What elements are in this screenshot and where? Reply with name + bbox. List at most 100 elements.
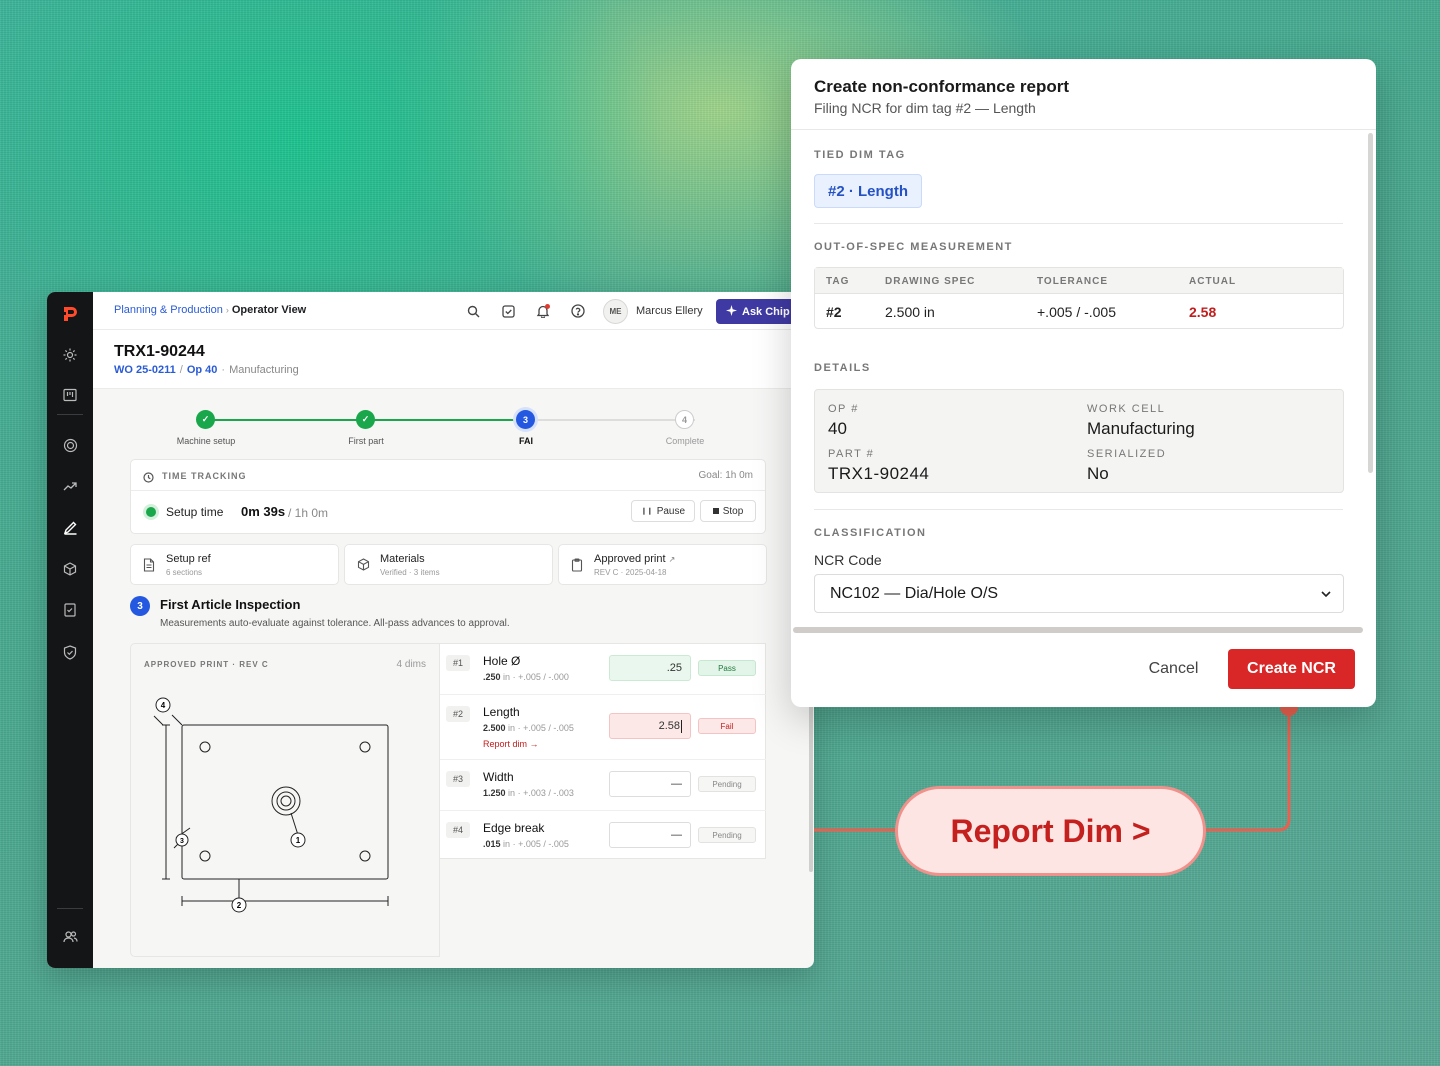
- breadcrumb: Planning & Production › Operator View: [114, 304, 306, 316]
- dim-tolerance: · +.005 / -.000: [512, 672, 569, 682]
- dim-measurement-input[interactable]: .25: [609, 655, 691, 681]
- dim-measurement-input[interactable]: —: [609, 771, 691, 797]
- stop-button[interactable]: Stop: [700, 500, 756, 522]
- pause-button[interactable]: ❙❙ Pause: [631, 500, 695, 522]
- tied-dim-chip[interactable]: #2 · Length: [814, 174, 923, 208]
- main-content: ✓ ✓ 3 4 Machine setup First part FAI Com…: [93, 389, 814, 968]
- dim-tag: #2: [446, 706, 470, 722]
- dim-name: Length: [483, 705, 520, 719]
- cube-icon[interactable]: [61, 560, 79, 578]
- details-box: OP # 40 WORK CELL Manufacturing PART # T…: [814, 389, 1344, 493]
- checklist-icon[interactable]: [61, 601, 79, 619]
- dim-unit: in: [503, 839, 511, 849]
- shield-icon[interactable]: [61, 643, 79, 661]
- time-tracking-label: TIME TRACKING: [162, 471, 247, 481]
- dim-row-3[interactable]: #3 Width 1.250 in · +.003 / -.003 — Pend…: [440, 760, 766, 811]
- detail-work-cell-value: Manufacturing: [1087, 419, 1195, 438]
- pen-icon[interactable]: [61, 518, 79, 536]
- report-dim-link[interactable]: Report dim →: [483, 739, 539, 749]
- materials-sub: Verified · 3 items: [380, 568, 440, 577]
- stop-label: Stop: [722, 505, 744, 517]
- modal-vertical-scrollbar[interactable]: [1368, 133, 1373, 473]
- cell-tag: #2: [826, 304, 842, 320]
- dim-tag: #1: [446, 655, 470, 671]
- stop-icon: [712, 508, 719, 514]
- work-area: Manufacturing: [229, 364, 299, 376]
- tied-dim-tag-label: TIED DIM TAG: [814, 149, 906, 161]
- col-actual: ACTUAL: [1189, 276, 1237, 287]
- approved-print-label: Approved print: [594, 553, 666, 565]
- dim-tolerance: · +.005 / -.005: [512, 839, 569, 849]
- dim-name: Edge break: [483, 821, 545, 835]
- step-1-check-icon[interactable]: ✓: [196, 410, 215, 429]
- tasks-icon[interactable]: [500, 303, 516, 319]
- pause-icon: ❙❙: [640, 508, 653, 515]
- top-bar: Planning & Production › Operator View ME M…: [93, 292, 814, 330]
- rail-divider-bottom: [57, 908, 83, 909]
- work-order-link[interactable]: WO 25-0211: [114, 364, 176, 376]
- step-4-dot[interactable]: 4: [675, 410, 694, 429]
- dim-status-badge: Pending: [698, 776, 756, 792]
- dim-nominal: .015: [483, 839, 501, 849]
- dim-nominal: .250: [483, 672, 501, 682]
- dim-row-1[interactable]: #1 Hole Ø .250 in · +.005 / -.000 .25 Pa…: [440, 644, 766, 695]
- col-tag: TAG: [826, 276, 850, 287]
- dim-measurement-input[interactable]: —: [609, 822, 691, 848]
- callout-1: 1: [296, 836, 301, 845]
- clipboard-icon: [571, 558, 585, 572]
- section-divider: [814, 509, 1343, 510]
- trend-icon[interactable]: [61, 477, 79, 495]
- chevron-down-icon: [1319, 587, 1333, 601]
- ncr-code-select[interactable]: NC102 — Dia/Hole O/S: [814, 574, 1344, 613]
- dim-row-4[interactable]: #4 Edge break .015 in · +.005 / -.005 — …: [440, 811, 766, 862]
- help-icon[interactable]: [570, 303, 586, 319]
- dim-status-badge: Fail: [698, 718, 756, 734]
- callout-2: 2: [237, 901, 242, 910]
- users-icon[interactable]: [61, 928, 79, 946]
- col-drawing-spec: DRAWING SPEC: [885, 276, 976, 287]
- approved-print-card[interactable]: Approved print ↗ REV C · 2025-04-18: [558, 544, 767, 585]
- modal-title: Create non-conformance report: [814, 77, 1070, 96]
- step-label-fai: FAI: [518, 436, 533, 446]
- dim-tolerance: · +.005 / -.005: [517, 723, 574, 733]
- dim-spec: .250 in · +.005 / -.000: [483, 672, 569, 682]
- step-2-check-icon[interactable]: ✓: [356, 410, 375, 429]
- create-ncr-button[interactable]: Create NCR: [1228, 649, 1355, 689]
- board-icon[interactable]: [61, 386, 79, 404]
- avatar[interactable]: ME: [603, 299, 628, 324]
- setup-time-value: 0m 39s: [241, 504, 286, 519]
- cell-actual: 2.58: [1189, 304, 1217, 320]
- setup-ref-card[interactable]: Setup ref 6 sections: [130, 544, 339, 585]
- work-order-header: TRX1-90244 WO 25-0211/ Op 40 · Manufacturin…: [93, 330, 814, 389]
- detail-op-value: 40: [828, 419, 847, 438]
- fai-step-badge: 3: [130, 596, 150, 616]
- step-3-dot[interactable]: 3: [516, 410, 535, 429]
- pause-label: Pause: [656, 505, 686, 517]
- dim-unit: in: [508, 723, 516, 733]
- target-icon[interactable]: [61, 436, 79, 454]
- operation-link[interactable]: Op 40: [187, 364, 218, 376]
- sparkle-icon: [726, 304, 737, 319]
- callout-4: 4: [161, 701, 166, 710]
- document-icon: [143, 558, 157, 572]
- cancel-button[interactable]: Cancel: [1131, 649, 1216, 689]
- modal-horizontal-scrollbar[interactable]: [793, 627, 1363, 633]
- print-dim-count: 4 dims: [396, 659, 426, 670]
- user-name[interactable]: Marcus Ellery: [636, 305, 703, 317]
- oos-measurement-label: OUT-OF-SPEC MEASUREMENT: [814, 241, 1013, 253]
- sun-icon[interactable]: [61, 346, 79, 364]
- dim-row-2[interactable]: #2 Length 2.500 in · +.005 / -.005 Repor…: [440, 695, 766, 760]
- dim-tag: #3: [446, 771, 470, 787]
- breadcrumb-parent[interactable]: Planning & Production: [114, 304, 223, 316]
- bell-icon[interactable]: [535, 303, 551, 319]
- search-icon[interactable]: [465, 303, 481, 319]
- materials-card[interactable]: Materials Verified · 3 items: [344, 544, 553, 585]
- text-cursor: [681, 719, 682, 733]
- materials-title: Materials: [380, 553, 425, 565]
- dim-measurement-input[interactable]: 2.58: [609, 713, 691, 739]
- cell-tolerance: +.005 / -.005: [1037, 304, 1117, 320]
- dim-name: Hole Ø: [483, 654, 521, 668]
- setup-time-label: Setup time: [166, 505, 224, 519]
- oos-table: TAG DRAWING SPEC TOLERANCE ACTUAL #2 2.5…: [814, 267, 1344, 329]
- logo-icon[interactable]: [60, 304, 80, 324]
